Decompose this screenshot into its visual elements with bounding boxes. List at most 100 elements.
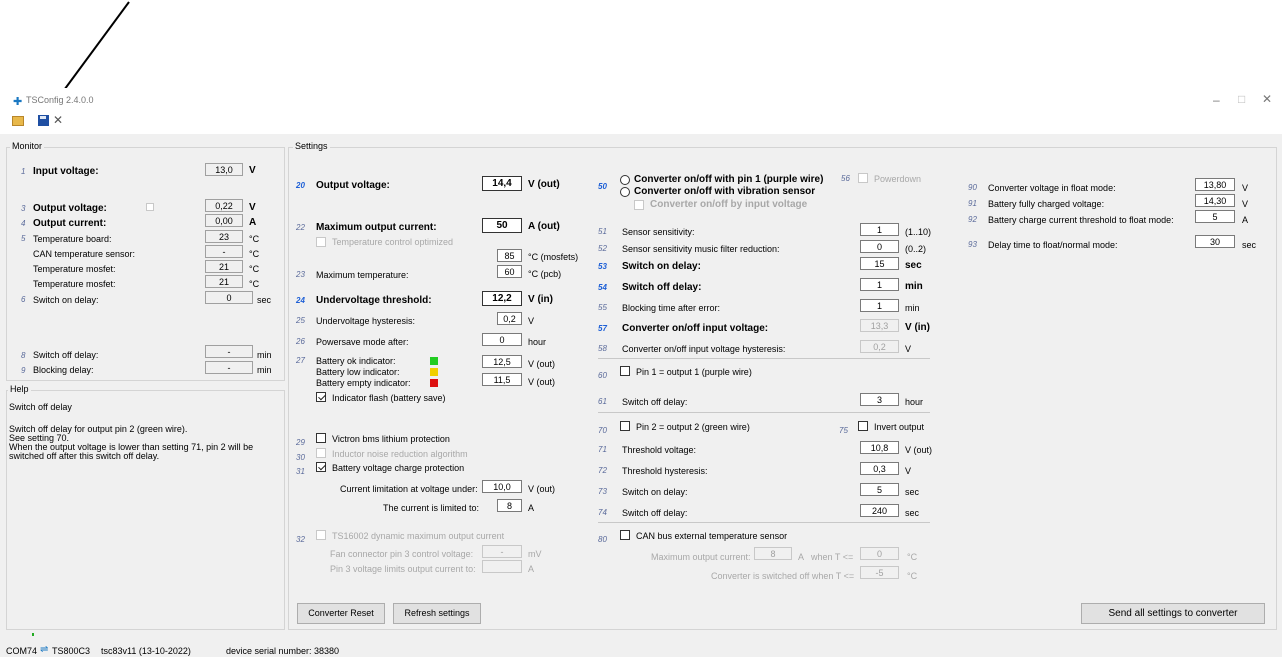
tools-icon[interactable]: ✕: [53, 113, 63, 127]
float-voltage-input[interactable]: 13,80: [1195, 178, 1235, 191]
folder-open-icon[interactable]: [12, 116, 24, 126]
setting-num: 32: [296, 535, 305, 544]
unit: hour: [528, 337, 547, 347]
max-temperature-label: Maximum temperature:: [316, 270, 409, 280]
float-delay-input[interactable]: 30: [1195, 235, 1235, 248]
setting-num: 30: [296, 453, 305, 462]
unit: min: [257, 350, 272, 360]
radio-pin1-label: Converter on/off with pin 1 (purple wire…: [634, 174, 824, 185]
setting-num: 56: [841, 174, 850, 183]
setting-num: 22: [296, 223, 305, 232]
radio-vibration-label: Converter on/off with vibration sensor: [634, 186, 816, 197]
output-current-label: Output current:: [33, 218, 107, 229]
undervoltage-threshold-input[interactable]: 12,2: [482, 291, 522, 306]
threshold-hysteresis-input[interactable]: 0,3: [860, 462, 899, 475]
unit: V (in): [528, 294, 553, 305]
setting-num: 80: [598, 535, 607, 544]
powersave-input[interactable]: 0: [482, 333, 522, 346]
current-limitation-input[interactable]: 10,0: [482, 480, 522, 493]
pin1-switch-off-input[interactable]: 3: [860, 393, 899, 406]
can-temperature-value: -: [205, 245, 243, 258]
blocking-time-input[interactable]: 1: [860, 299, 899, 312]
onoff-hysteresis-label: Converter on/off input voltage hysteresi…: [622, 344, 786, 354]
input-voltage-label: Input voltage:: [33, 166, 99, 177]
can-when-label: when T <=: [811, 552, 854, 562]
setting-num: 57: [598, 324, 607, 333]
setting-num: 20: [296, 181, 305, 190]
unit: V: [249, 165, 256, 176]
setting-num: 58: [598, 344, 607, 353]
fully-charged-input[interactable]: 14,30: [1195, 194, 1235, 207]
unit: °C: [249, 249, 260, 259]
setting-num: 27: [296, 356, 305, 365]
separator: [598, 522, 930, 523]
device-model: TS800C3: [52, 646, 91, 656]
switch-off-delay-input[interactable]: 1: [860, 278, 899, 291]
can-bus-checkbox[interactable]: [620, 530, 630, 540]
music-filter-input[interactable]: 0: [860, 240, 899, 253]
help-title: Switch off delay: [9, 402, 72, 412]
unit: V: [249, 202, 256, 213]
unit: °C: [249, 279, 260, 289]
max-temp-pcb-input[interactable]: 60: [497, 265, 522, 278]
max-output-current-input[interactable]: 50: [482, 218, 522, 233]
pin2-switch-on-input[interactable]: 5: [860, 483, 899, 496]
setting-num: 54: [598, 283, 607, 292]
setting-num: 93: [968, 240, 977, 249]
charge-protection-checkbox[interactable]: [316, 462, 326, 472]
onoff-hysteresis-input: 0,2: [860, 340, 899, 353]
battery-low-input[interactable]: 11,5: [482, 373, 522, 386]
undervoltage-hysteresis-input[interactable]: 0,2: [497, 312, 522, 325]
converter-reset-button[interactable]: Converter Reset: [297, 603, 385, 624]
radio-pin1[interactable]: [620, 175, 630, 185]
app-logo-icon: ✚: [13, 96, 23, 108]
current-limited-input[interactable]: 8: [497, 499, 522, 512]
unit: V: [905, 466, 912, 476]
radio-vibration[interactable]: [620, 187, 630, 197]
unit: V (out): [528, 484, 556, 494]
pin2-switch-off-label: Switch off delay:: [622, 508, 688, 518]
usb-icon: ⇌: [40, 644, 49, 655]
pin2-switch-off-input[interactable]: 240: [860, 504, 899, 517]
send-all-settings-button[interactable]: Send all settings to converter: [1081, 603, 1265, 624]
pin2-output-checkbox[interactable]: [620, 421, 630, 431]
floppy-disk-icon[interactable]: [38, 115, 49, 126]
close-button[interactable]: ✕: [1262, 92, 1272, 106]
output-voltage-input[interactable]: 14,4: [482, 176, 522, 191]
sensor-sensitivity-input[interactable]: 1: [860, 223, 899, 236]
output-voltage-value: 0,22: [205, 199, 243, 212]
can-off-input: -5: [860, 566, 899, 579]
invert-output-checkbox[interactable]: [858, 421, 868, 431]
threshold-voltage-input[interactable]: 10,8: [860, 441, 899, 454]
victron-checkbox[interactable]: [316, 433, 326, 443]
output-voltage-label: Output voltage:: [33, 203, 107, 214]
settings-group-label: Settings: [293, 141, 330, 151]
setting-num: 53: [598, 262, 607, 271]
blocking-time-label: Blocking time after error:: [622, 303, 721, 313]
minimize-button[interactable]: –: [1213, 93, 1220, 107]
onoff-input-voltage-input: 13,3: [860, 319, 899, 332]
can-bus-label: CAN bus external temperature sensor: [636, 531, 788, 541]
music-filter-label: Sensor sensitivity music filter reductio…: [622, 244, 780, 254]
unit: hour: [905, 397, 924, 407]
unit: mV: [528, 549, 542, 559]
charge-threshold-input[interactable]: 5: [1195, 210, 1235, 223]
row-num: 5: [21, 234, 26, 243]
output-voltage-checkbox: [146, 203, 154, 211]
battery-empty-label: Battery empty indicator:: [316, 378, 411, 388]
onoff-input-voltage-label: Converter on/off input voltage:: [622, 323, 769, 334]
unit: sec: [905, 508, 920, 518]
switch-on-delay-input[interactable]: 15: [860, 257, 899, 270]
max-temp-mosfets-input[interactable]: 85: [497, 249, 522, 262]
unit: A (out): [528, 221, 560, 232]
switch-on-delay-value: 0: [205, 291, 253, 304]
current-limited-label: The current is limited to:: [383, 503, 480, 513]
invert-output-label: Invert output: [874, 422, 925, 432]
pin1-output-checkbox[interactable]: [620, 366, 630, 376]
battery-ok-label: Battery ok indicator:: [316, 356, 396, 366]
battery-ok-input[interactable]: 12,5: [482, 355, 522, 368]
maximize-button[interactable]: □: [1238, 92, 1245, 106]
indicator-flash-checkbox[interactable]: [316, 392, 326, 402]
unit: V: [1242, 199, 1249, 209]
refresh-settings-button[interactable]: Refresh settings: [393, 603, 481, 624]
